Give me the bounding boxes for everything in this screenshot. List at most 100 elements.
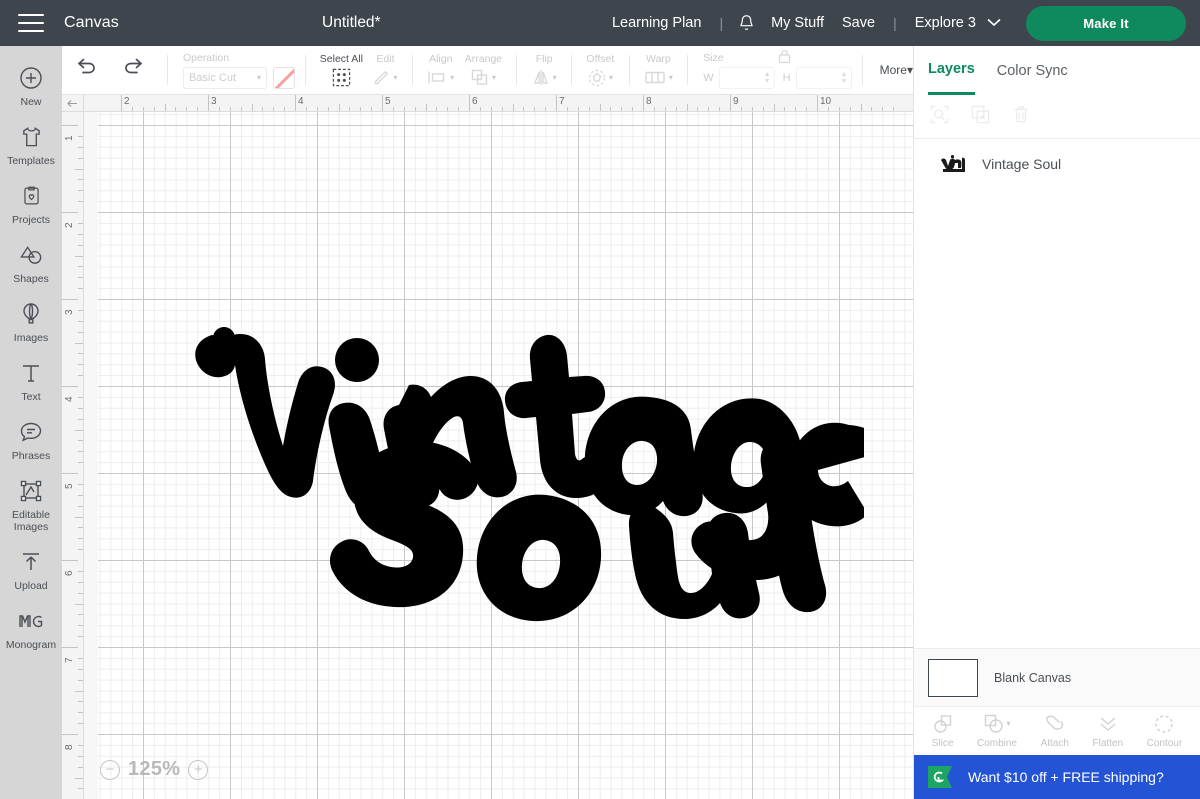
sidebar-item-shapes[interactable]: Shapes	[0, 233, 62, 292]
make-it-button[interactable]: Make It	[1026, 5, 1186, 41]
combine-button[interactable]: ▾ Combine	[977, 714, 1017, 749]
machine-selector[interactable]: Explore 3	[915, 15, 1001, 31]
edit-button[interactable]: Edit ▾	[368, 53, 403, 88]
promo-text: Want $10 off + FREE shipping?	[968, 769, 1164, 785]
sidebar-item-text[interactable]: Text	[0, 351, 62, 410]
ruler-tick-minor	[78, 712, 83, 714]
ruler-tick-minor	[164, 104, 166, 111]
slice-button[interactable]: Slice	[932, 714, 953, 749]
ruler-tick-minor	[501, 107, 503, 111]
toolbar-divider-7	[687, 55, 689, 85]
speech-bubble-icon	[0, 419, 62, 445]
toolbar-divider-4	[516, 55, 518, 85]
width-input[interactable]: ▲ ▼	[718, 66, 775, 89]
ruler-tick-minor	[284, 107, 286, 111]
canvas-area[interactable]: 2 3 4 5 6 7 8 9 10 12345678 − 125% +	[62, 95, 913, 799]
duplicate-icon[interactable]	[971, 105, 990, 129]
ruler-tick-minor	[534, 107, 536, 111]
sidebar-label-images: Images	[13, 332, 49, 344]
sidebar-label-templates: Templates	[7, 155, 55, 167]
align-button[interactable]: Align ▾	[422, 53, 460, 88]
lock-icon[interactable]	[778, 49, 791, 69]
zoom-in-button[interactable]: +	[188, 759, 209, 780]
ruler-tick-minor	[349, 107, 351, 111]
panel-tabs: Layers Color Sync	[914, 46, 1200, 95]
layer-name: Vintage Soul	[982, 156, 1062, 172]
contour-button[interactable]: Contour	[1147, 714, 1182, 749]
ruler-tick-major	[556, 95, 557, 111]
promo-banner[interactable]: Want $10 off + FREE shipping?	[914, 755, 1200, 799]
edit-label: Edit	[376, 52, 395, 65]
operation-select[interactable]: Basic Cut ▾	[182, 66, 267, 89]
ruler-tick-minor	[327, 107, 329, 111]
my-stuff-link[interactable]: My Stuff	[771, 15, 824, 31]
ruler-tick-minor	[392, 107, 394, 111]
select-all-button[interactable]: Select All	[315, 53, 368, 88]
undo-arrow-icon[interactable]	[62, 57, 110, 83]
ruler-tick-minor	[78, 592, 83, 594]
sidebar-item-projects[interactable]: Projects	[0, 174, 62, 233]
save-button[interactable]: Save	[842, 15, 875, 31]
artwork-vintage-soul[interactable]	[194, 257, 864, 657]
operation-color-swatch[interactable]	[272, 66, 295, 89]
chevron-down-icon: ▾	[668, 73, 673, 82]
height-input[interactable]: ▲ ▼	[795, 66, 852, 89]
ruler-tick-minor	[78, 625, 83, 627]
layer-item-vintage-soul[interactable]: Vintage Soul	[914, 139, 1200, 189]
ruler-label: 2	[124, 96, 130, 107]
height-stepper[interactable]: ▲ ▼	[841, 71, 848, 85]
ruler-tick-minor	[78, 549, 83, 551]
trash-icon[interactable]	[1012, 105, 1030, 129]
arrange-button[interactable]: Arrange ▾	[460, 53, 508, 88]
flip-button[interactable]: Flip ▾	[526, 53, 562, 88]
ruler-tick-minor	[78, 190, 83, 192]
ruler-tick-minor	[697, 107, 699, 111]
width-stepper[interactable]: ▲ ▼	[764, 71, 771, 85]
sidebar-item-new[interactable]: New	[0, 56, 62, 115]
layer-actions-bar	[914, 95, 1200, 139]
tab-layers[interactable]: Layers	[928, 46, 975, 95]
operation-value: Basic Cut	[188, 71, 237, 84]
toolbar-divider-6	[628, 55, 630, 85]
chevron-down-icon: ▾	[1006, 719, 1011, 728]
size-group: Size W ▲ ▼ H ▲ ▼	[697, 49, 852, 89]
learning-plan-link[interactable]: Learning Plan	[612, 15, 702, 31]
ruler-tick-minor	[882, 107, 884, 111]
horizontal-ruler[interactable]: 2 3 4 5 6 7 8 9 10	[84, 95, 913, 112]
sidebar-item-upload[interactable]: Upload	[0, 540, 62, 599]
warp-button[interactable]: Warp ▾	[639, 53, 679, 88]
shapes-icon	[0, 242, 62, 268]
ruler-tick-minor	[78, 277, 83, 279]
flatten-button[interactable]: Flatten	[1092, 714, 1123, 749]
project-title[interactable]: Untitled*	[322, 14, 381, 32]
vertical-ruler[interactable]: 1 2 3 4 5 6 7 8	[62, 112, 84, 799]
sidebar-item-phrases[interactable]: Phrases	[0, 410, 62, 469]
ruler-tick-minor	[78, 462, 83, 464]
more-button[interactable]: More▾	[880, 63, 913, 77]
sidebar-item-editable-images[interactable]: Editable Images	[0, 469, 62, 540]
tab-color-sync[interactable]: Color Sync	[997, 46, 1068, 95]
group-select-icon[interactable]	[930, 105, 949, 129]
zoom-out-button[interactable]: −	[100, 759, 120, 780]
ruler-tick-major	[208, 95, 209, 111]
ruler-tick-minor	[338, 104, 340, 111]
ruler-tick-major	[62, 212, 78, 213]
attach-button[interactable]: Attach	[1041, 714, 1069, 749]
blank-canvas-row[interactable]: Blank Canvas	[914, 648, 1200, 706]
sidebar-item-images[interactable]: Images	[0, 292, 62, 351]
redo-arrow-icon[interactable]	[110, 57, 158, 83]
edit-toolbar: Operation Basic Cut ▾ Select All Edit ▾	[62, 46, 913, 95]
bell-icon[interactable]	[738, 14, 755, 32]
canvas-label[interactable]: Canvas	[64, 14, 119, 32]
select-all-icon	[332, 68, 351, 88]
ruler-label: 9	[733, 96, 739, 107]
offset-button[interactable]: Offset ▾	[581, 53, 620, 88]
tshirt-icon	[0, 124, 62, 150]
sidebar-item-monogram[interactable]: Monogram	[0, 599, 62, 658]
cricut-tag-icon	[928, 766, 952, 788]
hamburger-menu-icon[interactable]	[18, 14, 44, 32]
ruler-tick-minor	[78, 266, 83, 268]
canvas-grid[interactable]	[84, 112, 913, 799]
ruler-tick-minor	[78, 755, 83, 757]
sidebar-item-templates[interactable]: Templates	[0, 115, 62, 174]
